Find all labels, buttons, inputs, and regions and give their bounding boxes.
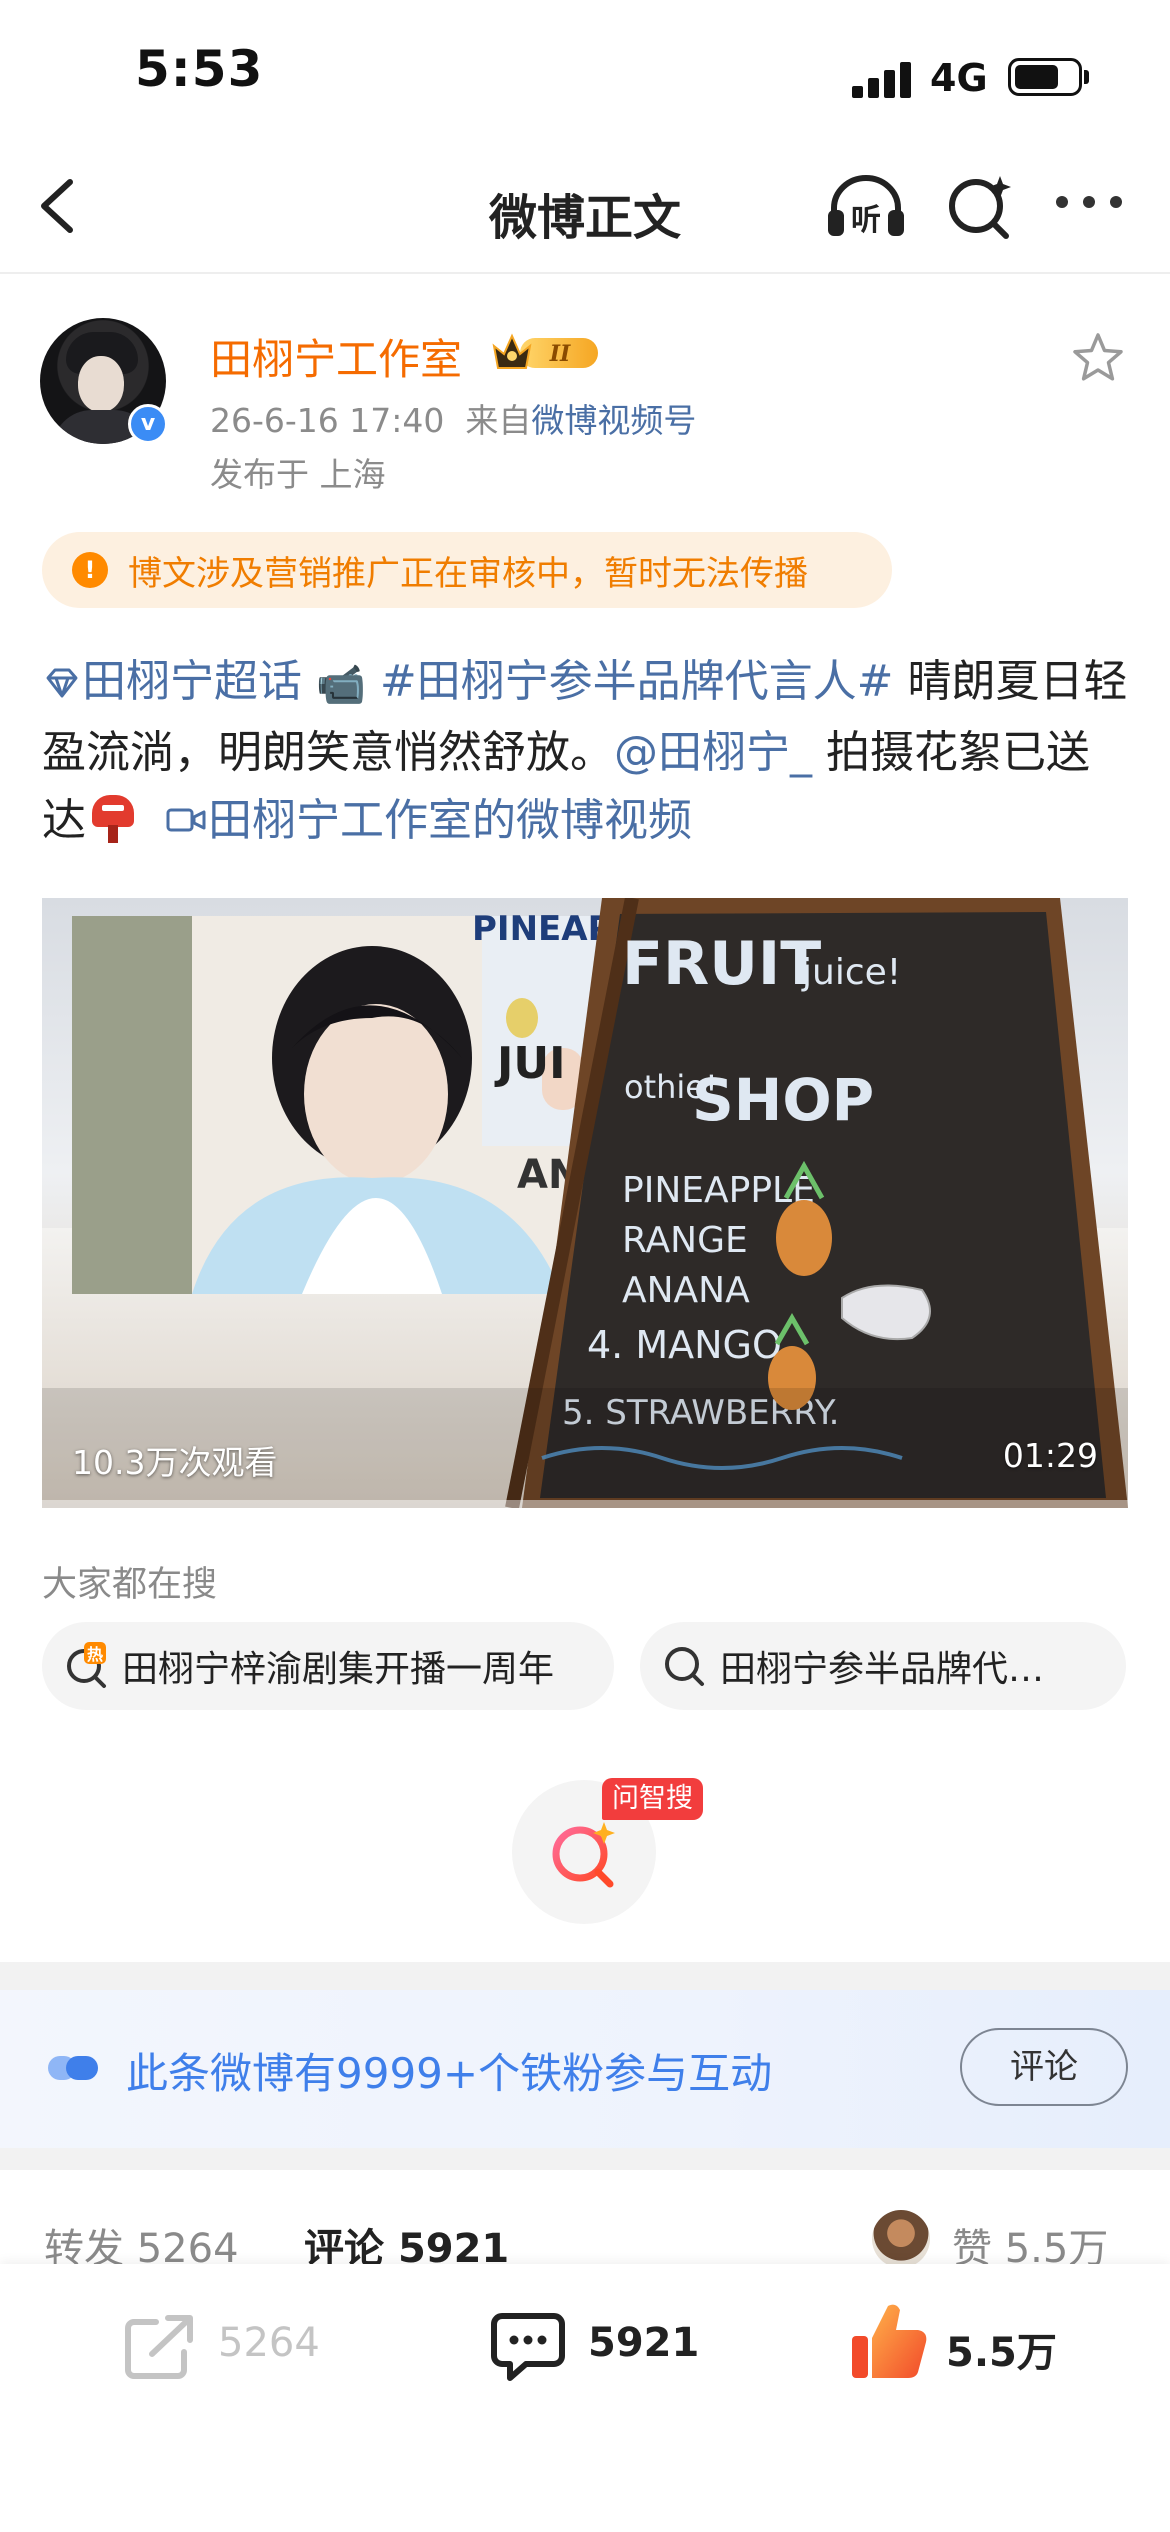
repost-count[interactable]: 5264 xyxy=(218,2320,320,2366)
section-gap xyxy=(0,1962,1170,1990)
trending-chip[interactable]: 热 田栩宁梓渝剧集开播一周年 xyxy=(42,1622,614,1710)
fans-interaction-text: 此条微博有9999+个铁粉参与互动 xyxy=(126,2049,773,2098)
hashtag-link[interactable]: #田栩宁参半品牌代言人# xyxy=(380,656,894,707)
svg-text:JUI: JUI xyxy=(494,1038,565,1089)
battery-tip xyxy=(1084,70,1089,84)
trending-chip-label: 田栩宁参半品牌代… xyxy=(720,1649,1045,1690)
repost-icon[interactable] xyxy=(122,2312,198,2382)
search-icon xyxy=(665,1647,704,1686)
supertopic-link[interactable]: 田栩宁超话 xyxy=(42,656,302,707)
ai-search-tag: 问智搜 xyxy=(602,1778,703,1820)
video-player[interactable]: PINEAPP JUI AN FRUIT juice! othie! SHOP … xyxy=(42,898,1128,1508)
post-text: 田栩宁超话 📹 #田栩宁参半品牌代言人# 晴朗夏日轻盈流淌，明朗笑意悄然舒放。@… xyxy=(42,648,1132,855)
post-source[interactable]: 微博视频号 xyxy=(531,401,696,440)
video-link-label: 田栩宁工作室的微博视频 xyxy=(208,795,692,846)
listen-label: 听 xyxy=(851,203,881,238)
comment-button[interactable]: 评论 xyxy=(960,2028,1128,2106)
more-icon[interactable] xyxy=(1056,196,1122,212)
network-type: 4G xyxy=(930,56,988,100)
trending-title: 大家都在搜 xyxy=(42,1565,218,1605)
nav-divider xyxy=(0,272,1170,274)
svg-text:ANANA: ANANA xyxy=(622,1270,750,1311)
review-warning-banner: ! 博文涉及营销推广正在审核中，暂时无法传播 xyxy=(42,532,892,608)
warning-text: 博文涉及营销推广正在审核中，暂时无法传播 xyxy=(128,553,808,594)
post-location: 发布于 上海 xyxy=(210,455,386,494)
liker-avatar xyxy=(872,2210,930,2268)
hot-search-icon: 热 xyxy=(67,1642,106,1688)
verified-badge-icon: v xyxy=(128,404,168,444)
svg-text:SHOP: SHOP xyxy=(692,1066,874,1134)
comment-count[interactable]: 5921 xyxy=(588,2320,699,2366)
svg-text:FRUIT: FRUIT xyxy=(622,929,821,999)
post-date: 26-6-16 17:40 xyxy=(210,401,445,440)
video-view-count: 10.3万次观看 xyxy=(72,1443,278,1482)
signal-icon xyxy=(852,62,912,98)
ai-search-icon[interactable] xyxy=(944,170,1016,242)
trending-chip-label: 田栩宁梓渝剧集开播一周年 xyxy=(122,1649,555,1690)
mention-link[interactable]: @田栩宁_ xyxy=(614,727,812,778)
comment-icon[interactable] xyxy=(488,2306,568,2386)
svg-text:PINEAPPLE: PINEAPPLE xyxy=(622,1170,815,1211)
post-meta: 26-6-16 17:40 来自微博视频号 xyxy=(210,394,696,442)
section-gap xyxy=(0,2148,1170,2170)
video-link-icon xyxy=(166,808,206,832)
video-progress-bar xyxy=(42,1500,1128,1508)
hot-badge: 热 xyxy=(87,1645,103,1664)
video-thumbnail: PINEAPP JUI AN FRUIT juice! othie! SHOP … xyxy=(42,898,1128,1508)
vip-level: II xyxy=(549,341,571,367)
trending-chip[interactable]: 田栩宁参半品牌代… xyxy=(640,1622,1126,1710)
battery-icon xyxy=(1008,58,1082,96)
bottom-action-bar xyxy=(0,2264,1170,2532)
video-source-link[interactable]: 田栩宁工作室的微博视频 xyxy=(150,795,692,846)
listen-headphone-icon[interactable]: 听 xyxy=(824,170,908,242)
svg-text:juice!: juice! xyxy=(801,952,901,993)
fans-interaction-icon xyxy=(48,2056,98,2080)
favorite-star-icon[interactable] xyxy=(1070,330,1126,386)
mailbox-emoji-icon xyxy=(90,793,136,843)
svg-text:RANGE: RANGE xyxy=(622,1220,748,1261)
like-thumb-icon[interactable] xyxy=(848,2298,930,2384)
like-count[interactable]: 5.5万 xyxy=(946,2320,1057,2378)
source-prefix: 来自 xyxy=(465,401,532,440)
vip-crown-badge-icon: II xyxy=(492,333,598,369)
svg-text:4. MANGO.: 4. MANGO. xyxy=(587,1323,792,1367)
video-camera-emoji-icon: 📹 xyxy=(316,662,366,708)
author-name[interactable]: 田栩宁工作室 xyxy=(210,326,462,387)
diamond-icon xyxy=(46,668,78,698)
info-icon: ! xyxy=(72,552,108,588)
video-duration: 01:29 xyxy=(1002,1436,1098,1475)
supertopic-label: 田栩宁超话 xyxy=(82,656,302,707)
status-time: 5:53 xyxy=(135,40,264,98)
